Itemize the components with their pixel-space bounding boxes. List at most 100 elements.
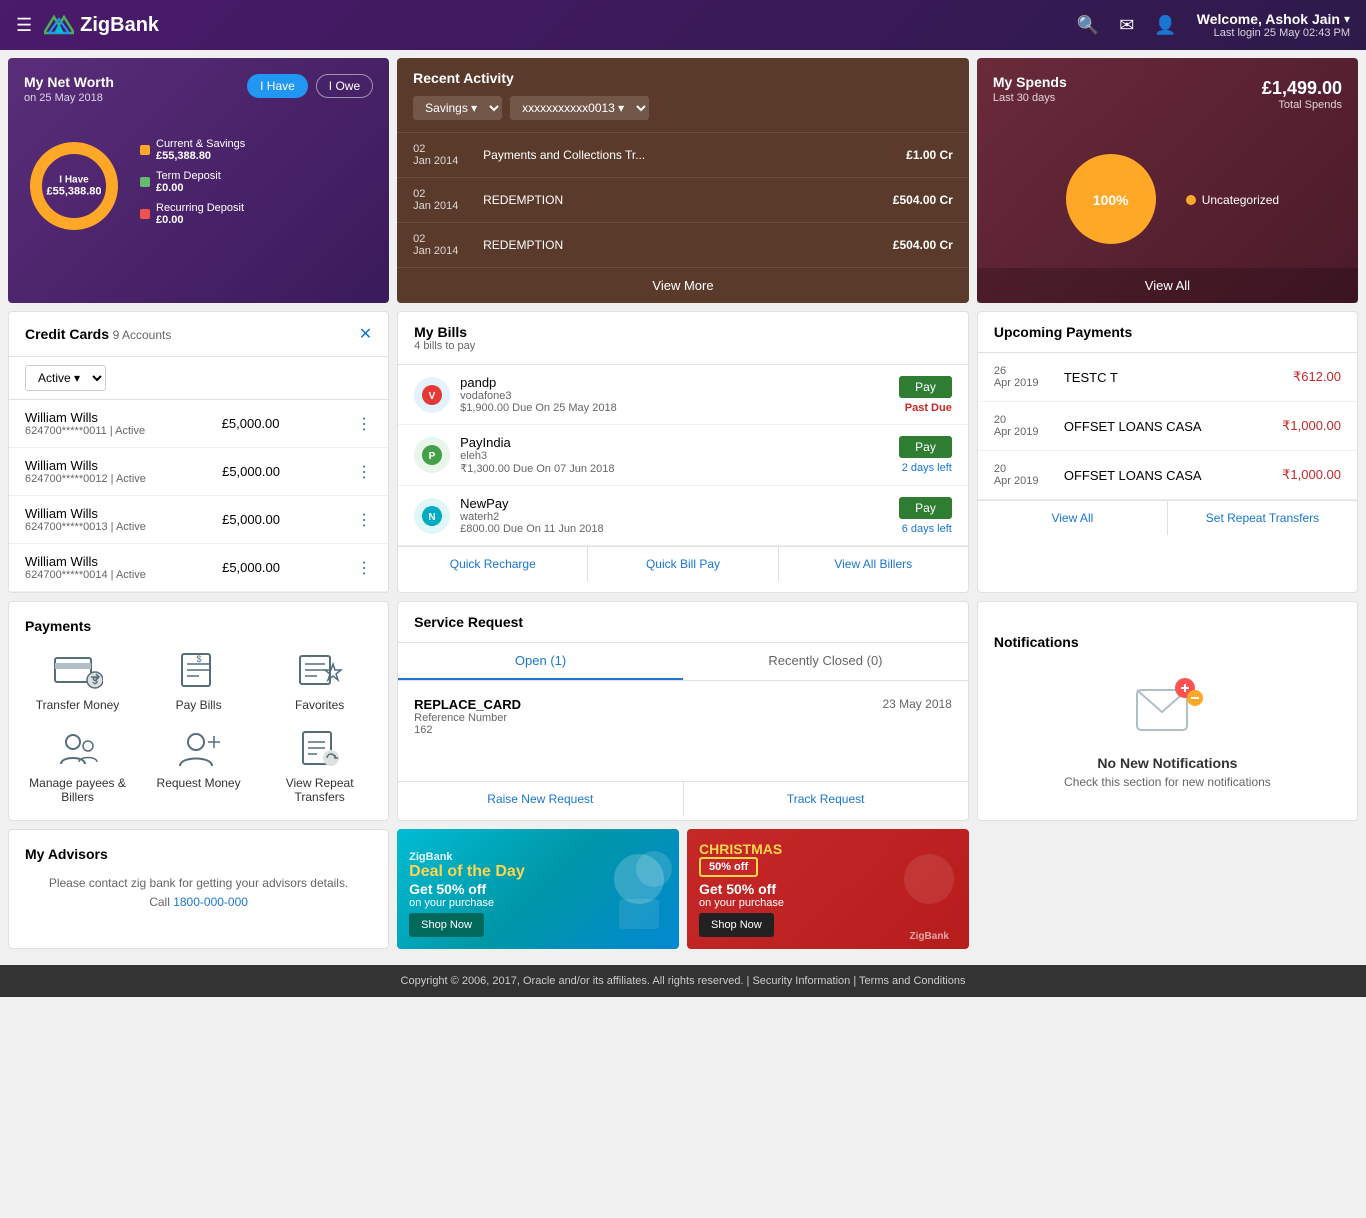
legend-item-recurring: Recurring Deposit £0.00 [140, 202, 373, 226]
user-info: Welcome, Ashok Jain ▾ Last login 25 May … [1197, 11, 1350, 39]
request-money-item[interactable]: Request Money [146, 728, 251, 804]
svg-text:N: N [429, 512, 436, 523]
upcoming-payments-panel: Upcoming Payments 26Apr 2019 TESTC T ₹61… [977, 311, 1358, 593]
spends-label: Total Spends [1262, 99, 1342, 111]
hamburger-icon[interactable]: ☰ [16, 15, 32, 36]
cc-title-group: Credit Cards 9 Accounts [25, 326, 171, 342]
quick-bill-pay-button[interactable]: Quick Bill Pay [588, 547, 778, 581]
last-login: Last login 25 May 02:43 PM [1197, 27, 1350, 39]
spends-amount: £1,499.00 [1262, 78, 1342, 99]
ra-row-3: 02Jan 2014 REDEMPTION £504.00 Cr [397, 222, 969, 267]
cc-close-button[interactable]: ✕ [359, 324, 372, 344]
service-content: REPLACE_CARD Reference Number 162 23 May… [398, 681, 968, 781]
repeat-transfers-item[interactable]: View Repeat Transfers [267, 728, 372, 804]
logo-icon [44, 13, 74, 37]
legend-amount-term: £0.00 [156, 182, 221, 194]
legend-amount-current: £55,388.80 [156, 150, 245, 162]
promo-container: ZigBank Deal of the Day Get 50% off on y… [397, 829, 969, 949]
call-label: Call [149, 895, 173, 909]
track-request-button[interactable]: Track Request [684, 782, 968, 816]
i-owe-button[interactable]: I Owe [316, 74, 373, 98]
ra-amount-2: £504.00 Cr [893, 193, 953, 207]
pay-button-1[interactable]: Pay [899, 376, 952, 398]
promo-red-text: Get 50% off [699, 881, 877, 897]
account-select[interactable]: xxxxxxxxxxx0013 ▾ [510, 96, 649, 120]
footer-text: Copyright © 2006, 2017, Oracle and/or it… [401, 975, 966, 987]
view-all-billers-button[interactable]: View All Billers [779, 547, 968, 581]
cc-item-4: William Wills 624700*****0014 | Active £… [9, 544, 388, 592]
quick-recharge-button[interactable]: Quick Recharge [398, 547, 588, 581]
pay-button-3[interactable]: Pay [899, 497, 952, 519]
spends-title: My Spends [993, 74, 1067, 90]
header-left: ☰ ZigBank [16, 13, 159, 37]
user-icon: 👤 [1154, 15, 1176, 36]
spends-view-all[interactable]: View All [977, 268, 1358, 303]
bill-pay-col-2: Pay 2 days left [899, 436, 952, 474]
promo-blue-subtext: on your purchase [409, 897, 587, 909]
upcoming-date-2: 20Apr 2019 [994, 414, 1054, 438]
bill-sub-2: eleh3 [460, 450, 889, 462]
bill-icon-3: N [414, 498, 450, 534]
bottom-row: Payments $ Transfer Money [8, 601, 1358, 821]
cc-info-1: William Wills 624700*****0011 | Active [25, 410, 145, 437]
service-title: Service Request [414, 614, 952, 630]
promo-blue-shop-button[interactable]: Shop Now [409, 913, 484, 937]
bill-details-3: NewPay waterh2 £800.00 Due On 11 Jun 201… [460, 496, 889, 535]
cc-amount-4: £5,000.00 [222, 560, 280, 575]
cc-number-1: 624700*****0011 | Active [25, 425, 145, 437]
cc-item-2: William Wills 624700*****0012 | Active £… [9, 448, 388, 496]
legend-label-recurring-text: Recurring Deposit [156, 202, 244, 214]
promo-red-shop-button[interactable]: Shop Now [699, 913, 774, 937]
service-tab-closed[interactable]: Recently Closed (0) [683, 643, 968, 680]
view-more-button[interactable]: View More [397, 267, 969, 303]
upcoming-name-1: TESTC T [1064, 370, 1283, 385]
bill-newpay-icon: N [420, 504, 444, 528]
legend-dot-current [140, 145, 150, 155]
promo-blue-brand: ZigBank [409, 851, 587, 863]
promo-red-illustration: ZigBank [889, 829, 969, 949]
spends-legend-dot [1186, 195, 1196, 205]
advisors-phone[interactable]: 1800-000-000 [173, 895, 248, 909]
promo-red-banner: CHRISTMAS 50% off Get 50% off on your pu… [687, 829, 969, 949]
pay-bills-item[interactable]: $ Pay Bills [146, 650, 251, 712]
transfer-money-label: Transfer Money [36, 698, 120, 712]
bill-status-3: 6 days left [902, 523, 952, 535]
transfer-money-item[interactable]: $ Transfer Money [25, 650, 130, 712]
cc-item-1: William Wills 624700*****0011 | Active £… [9, 400, 388, 448]
set-repeat-transfers-button[interactable]: Set Repeat Transfers [1168, 501, 1357, 535]
cc-item-3: William Wills 624700*****0013 | Active £… [9, 496, 388, 544]
bills-footer: Quick Recharge Quick Bill Pay View All B… [398, 546, 968, 581]
upcoming-date-1: 26Apr 2019 [994, 365, 1054, 389]
i-have-button[interactable]: I Have [247, 74, 308, 98]
bill-item-2: P PayIndia eleh3 ₹1,300.00 Due On 07 Jun… [398, 425, 968, 486]
my-spends-panel: My Spends Last 30 days £1,499.00 Total S… [977, 58, 1358, 303]
cc-status-filter[interactable]: Active ▾ [25, 365, 106, 391]
payments-grid: $ Transfer Money [25, 650, 372, 804]
bill-icon-1: V [414, 377, 450, 413]
upcoming-date-3: 20Apr 2019 [994, 463, 1054, 487]
upcoming-amount-2: ₹1,000.00 [1282, 418, 1341, 434]
search-icon[interactable]: 🔍 [1077, 15, 1099, 36]
manage-payees-item[interactable]: Manage payees & Billers [25, 728, 130, 804]
cc-menu-3[interactable]: ⋮ [356, 510, 372, 530]
cc-menu-2[interactable]: ⋮ [356, 462, 372, 482]
service-tab-open[interactable]: Open (1) [398, 643, 683, 680]
savings-select[interactable]: Savings ▾ [413, 96, 502, 120]
pay-button-2[interactable]: Pay [899, 436, 952, 458]
ra-row-1: 02Jan 2014 Payments and Collections Tr..… [397, 132, 969, 177]
cc-list: William Wills 624700*****0011 | Active £… [9, 400, 388, 592]
cc-menu-1[interactable]: ⋮ [356, 414, 372, 434]
upcoming-footer: View All Set Repeat Transfers [978, 500, 1357, 535]
pie-label: 100% [1093, 192, 1129, 208]
upcoming-name-3: OFFSET LOANS CASA [1064, 468, 1272, 483]
chevron-icon[interactable]: ▾ [1344, 12, 1350, 26]
service-tabs: Open (1) Recently Closed (0) [398, 643, 968, 681]
raise-request-button[interactable]: Raise New Request [398, 782, 683, 816]
favorites-item[interactable]: Favorites [267, 650, 372, 712]
mail-icon[interactable]: ✉ [1119, 15, 1134, 36]
cc-menu-4[interactable]: ⋮ [356, 558, 372, 578]
credit-cards-panel: Credit Cards 9 Accounts ✕ Active ▾ Willi… [8, 311, 389, 593]
upcoming-view-all-button[interactable]: View All [978, 501, 1168, 535]
service-ref-label: Reference Number [414, 712, 521, 724]
bill-vodafone-icon: V [420, 383, 444, 407]
